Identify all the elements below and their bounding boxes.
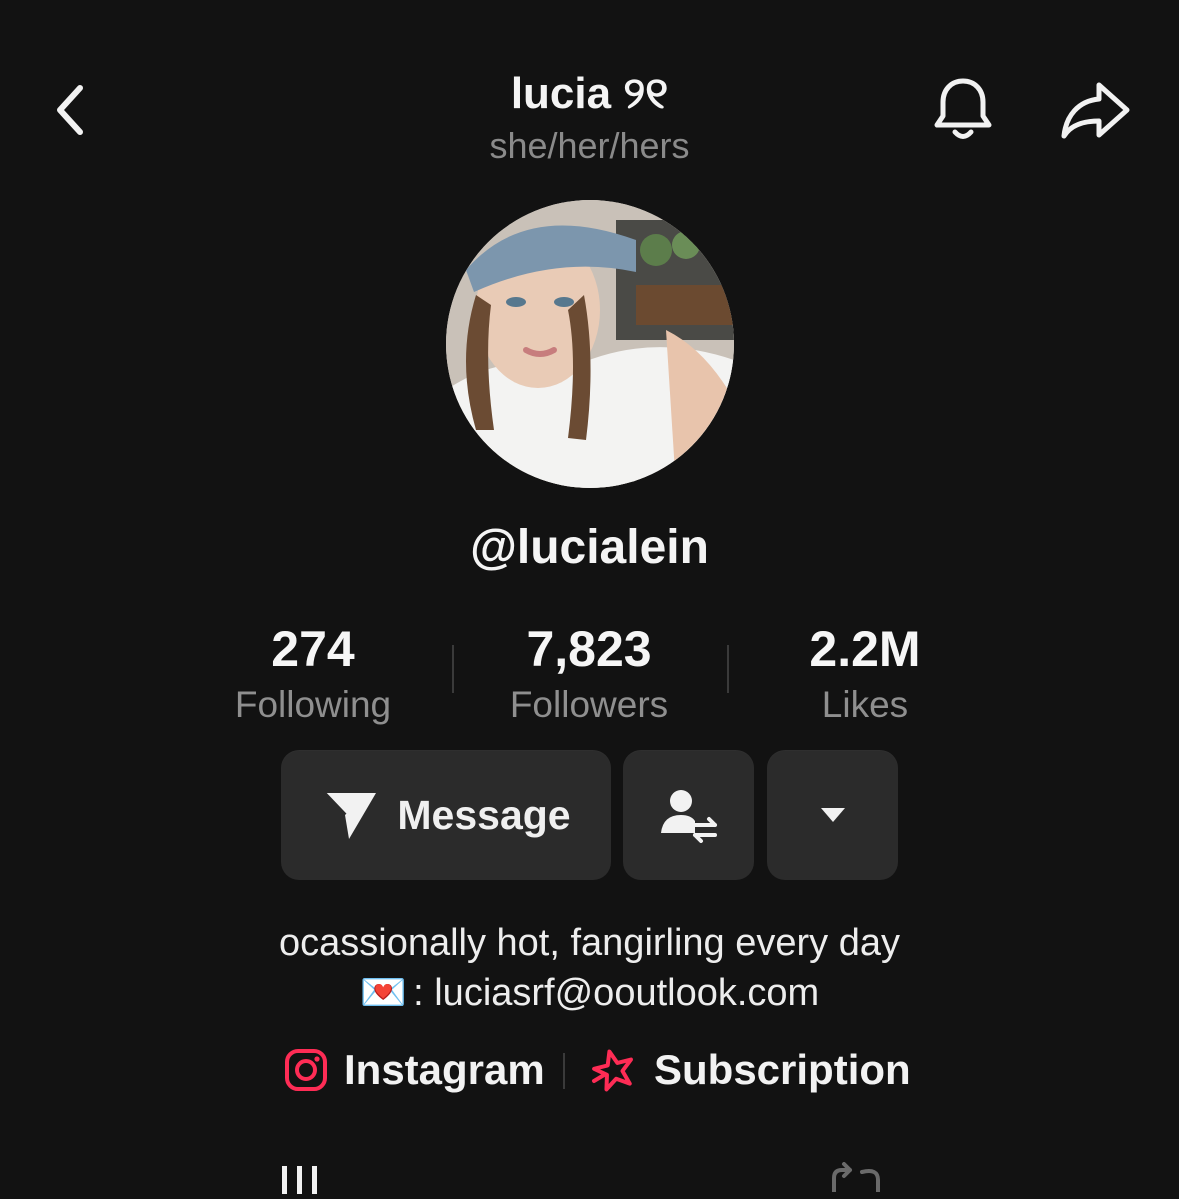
links-divider <box>563 1053 565 1089</box>
stat-following[interactable]: 274 Following <box>183 618 443 728</box>
stat-likes[interactable]: 2.2M Likes <box>735 618 995 728</box>
following-count: 274 <box>271 621 355 677</box>
share-arrow-icon <box>1061 82 1130 139</box>
videos-tab[interactable] <box>276 1164 324 1194</box>
star-badge-icon <box>592 1049 633 1092</box>
header-title-block: lucia ୨୧ she/her/hers <box>0 66 1179 168</box>
profile-pronouns: she/her/hers <box>489 125 690 166</box>
repost-icon <box>832 1162 880 1194</box>
share-button[interactable] <box>1056 74 1134 146</box>
message-button[interactable]: Message <box>281 750 611 880</box>
stat-followers[interactable]: 7,823 Followers <box>459 618 719 728</box>
bio-line-2: 💌 : luciasrf@ooutlook.com <box>0 968 1179 1018</box>
love-letter-emoji: 💌 <box>359 972 408 1014</box>
following-label: Following <box>234 684 392 725</box>
instagram-label: Instagram <box>344 1046 545 1093</box>
instagram-icon <box>285 1049 327 1091</box>
bio-line-1: ocassionally hot, fangirling every day <box>278 922 900 964</box>
notification-bell-button[interactable] <box>928 72 998 148</box>
stat-divider <box>452 645 454 693</box>
reposts-tab[interactable] <box>828 1162 884 1194</box>
message-button-label: Message <box>397 791 571 838</box>
grid-icon <box>282 1166 317 1194</box>
profile-handle: @lucialein <box>470 521 709 574</box>
followers-count: 7,823 <box>526 621 652 677</box>
profile-avatar[interactable] <box>446 200 734 488</box>
subscription-link[interactable]: Subscription <box>590 1043 911 1097</box>
more-options-button[interactable] <box>767 750 898 880</box>
switch-user-icon <box>660 790 717 843</box>
likes-count: 2.2M <box>809 621 921 677</box>
bio-email: : luciasrf@ooutlook.com <box>413 972 820 1014</box>
stat-divider <box>727 645 729 693</box>
subscription-label: Subscription <box>654 1046 911 1093</box>
avatar-photo <box>446 200 734 488</box>
caret-down-icon <box>820 808 845 822</box>
instagram-link[interactable]: Instagram <box>284 1043 545 1097</box>
send-icon <box>322 791 377 839</box>
followers-label: Followers <box>509 684 669 725</box>
likes-label: Likes <box>821 684 909 725</box>
friend-status-button[interactable] <box>623 750 754 880</box>
bell-icon <box>934 78 992 139</box>
profile-display-name: lucia ୨୧ <box>510 69 669 118</box>
